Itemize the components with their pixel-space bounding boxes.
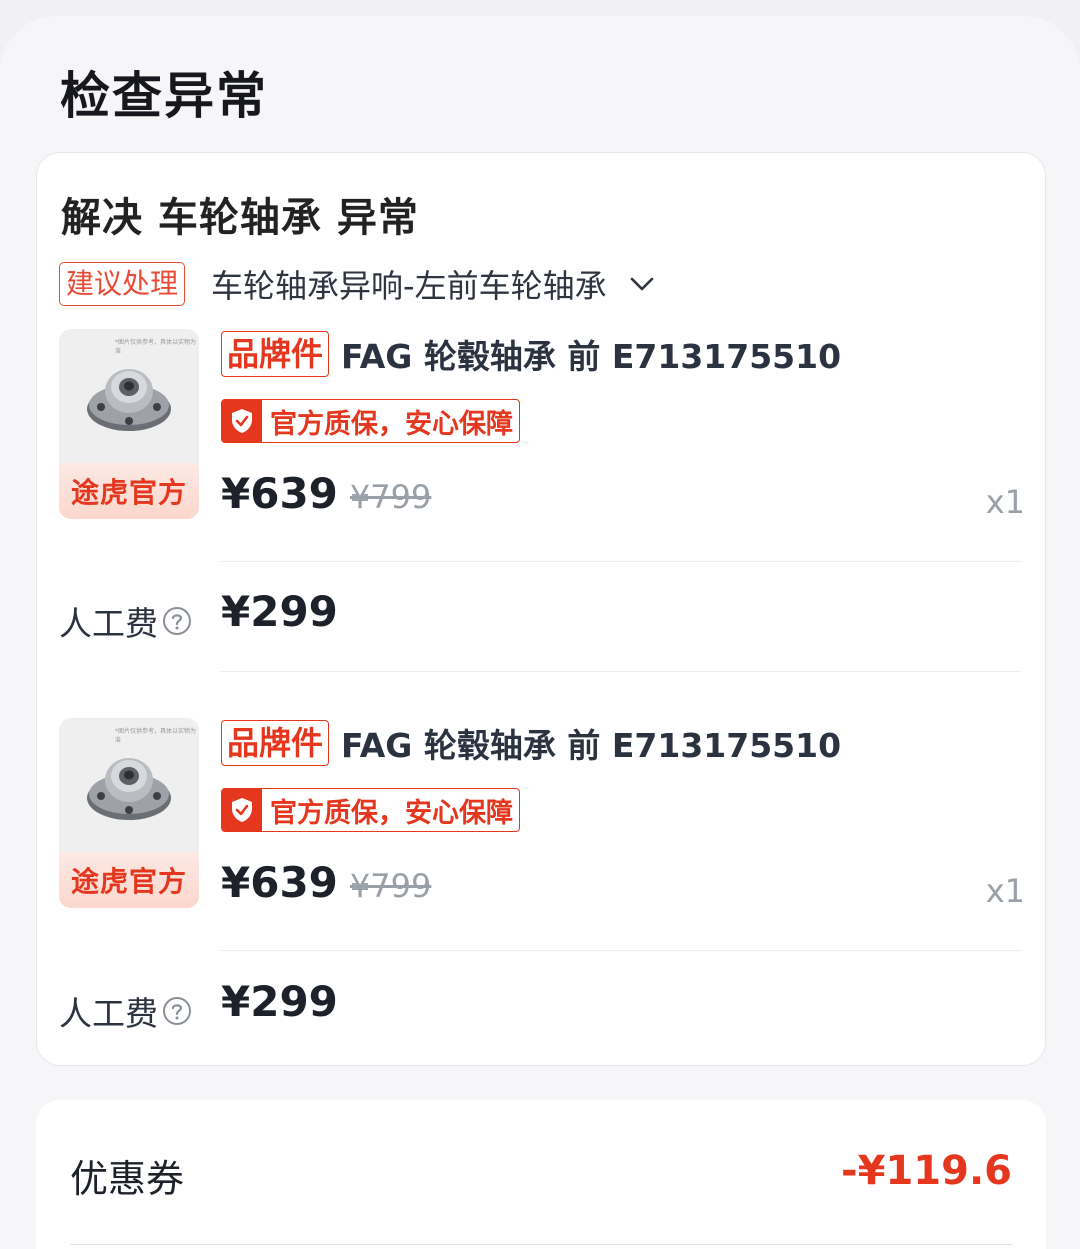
quantity: x1 bbox=[985, 483, 1025, 521]
product-thumbnail[interactable]: *图片仅供参考，具体以实物为准 途虎官方 bbox=[59, 329, 199, 519]
labor-label-group: 人工费 bbox=[59, 597, 192, 645]
official-band: 途虎官方 bbox=[59, 852, 199, 908]
price-row: ¥639 ¥799 bbox=[221, 469, 431, 518]
coupon-label: 优惠券 bbox=[70, 1157, 185, 1201]
price-row: ¥639 ¥799 bbox=[221, 858, 431, 907]
product-item[interactable]: *图片仅供参考，具体以实物为准 途虎官方 品牌件 FAG 轮毂轴承 前 E713… bbox=[59, 718, 1025, 910]
coupon-value: -¥119.6 bbox=[841, 1148, 1012, 1194]
bottom-sheet: 检查异常 解决 车轮轴承 异常 建议处理 车轮轴承异响-左前车轮轴承 *图片仅供… bbox=[0, 16, 1080, 1249]
issue-dropdown[interactable]: 车轮轴承异响-左前车轮轴承 bbox=[211, 261, 657, 307]
warranty-badge: 官方质保，安心保障 bbox=[221, 399, 520, 443]
warranty-text: 官方质保，安心保障 bbox=[270, 797, 513, 829]
official-band: 途虎官方 bbox=[59, 463, 199, 519]
original-price: ¥799 bbox=[349, 867, 432, 905]
question-circle-icon[interactable] bbox=[162, 606, 192, 636]
product-thumbnail[interactable]: *图片仅供参考，具体以实物为准 途虎官方 bbox=[59, 718, 199, 908]
labor-row: 人工费 ¥299 bbox=[59, 977, 759, 1037]
shield-check-icon bbox=[222, 400, 262, 442]
repair-card: 解决 车轮轴承 异常 建议处理 车轮轴承异响-左前车轮轴承 *图片仅供参考，具体… bbox=[36, 152, 1046, 1066]
shield-check-icon bbox=[222, 789, 262, 831]
warranty-text: 官方质保，安心保障 bbox=[270, 408, 513, 440]
brand-tag: 品牌件 bbox=[221, 331, 330, 377]
labor-label: 人工费 bbox=[59, 994, 158, 1033]
divider bbox=[221, 950, 1021, 951]
product-item[interactable]: *图片仅供参考，具体以实物为准 途虎官方 品牌件 FAG 轮毂轴承 前 E713… bbox=[59, 329, 1025, 521]
wheel-bearing-image bbox=[87, 369, 171, 431]
divider bbox=[70, 1244, 1012, 1245]
labor-price: ¥299 bbox=[221, 587, 338, 636]
advice-tag: 建议处理 bbox=[59, 262, 186, 306]
original-price: ¥799 bbox=[349, 478, 432, 516]
brand-tag: 品牌件 bbox=[221, 720, 330, 766]
issue-select-label: 车轮轴承异响-左前车轮轴承 bbox=[211, 267, 607, 305]
chevron-down-icon bbox=[630, 277, 653, 291]
product-title-row: 品牌件 FAG 轮毂轴承 前 E713175510 bbox=[221, 718, 841, 768]
quantity: x1 bbox=[985, 872, 1025, 910]
divider bbox=[221, 561, 1021, 562]
card-heading: 解决 车轮轴承 异常 bbox=[61, 195, 419, 241]
labor-row: 人工费 ¥299 bbox=[59, 587, 759, 647]
labor-label-group: 人工费 bbox=[59, 987, 192, 1035]
coupon-card[interactable]: 优惠券 -¥119.6 bbox=[36, 1100, 1046, 1249]
warranty-badge: 官方质保，安心保障 bbox=[221, 788, 520, 832]
advice-row: 建议处理 车轮轴承异响-左前车轮轴承 bbox=[59, 261, 657, 307]
product-title-row: 品牌件 FAG 轮毂轴承 前 E713175510 bbox=[221, 329, 841, 379]
sale-price: ¥639 bbox=[221, 469, 338, 518]
wheel-bearing-image bbox=[87, 758, 171, 820]
question-circle-icon[interactable] bbox=[162, 996, 192, 1026]
product-name[interactable]: FAG 轮毂轴承 前 E713175510 bbox=[341, 330, 841, 378]
labor-price: ¥299 bbox=[221, 977, 338, 1026]
page-title: 检查异常 bbox=[60, 67, 268, 125]
labor-label: 人工费 bbox=[59, 604, 158, 643]
product-name[interactable]: FAG 轮毂轴承 前 E713175510 bbox=[341, 719, 841, 767]
divider bbox=[221, 671, 1021, 672]
sale-price: ¥639 bbox=[221, 858, 338, 907]
